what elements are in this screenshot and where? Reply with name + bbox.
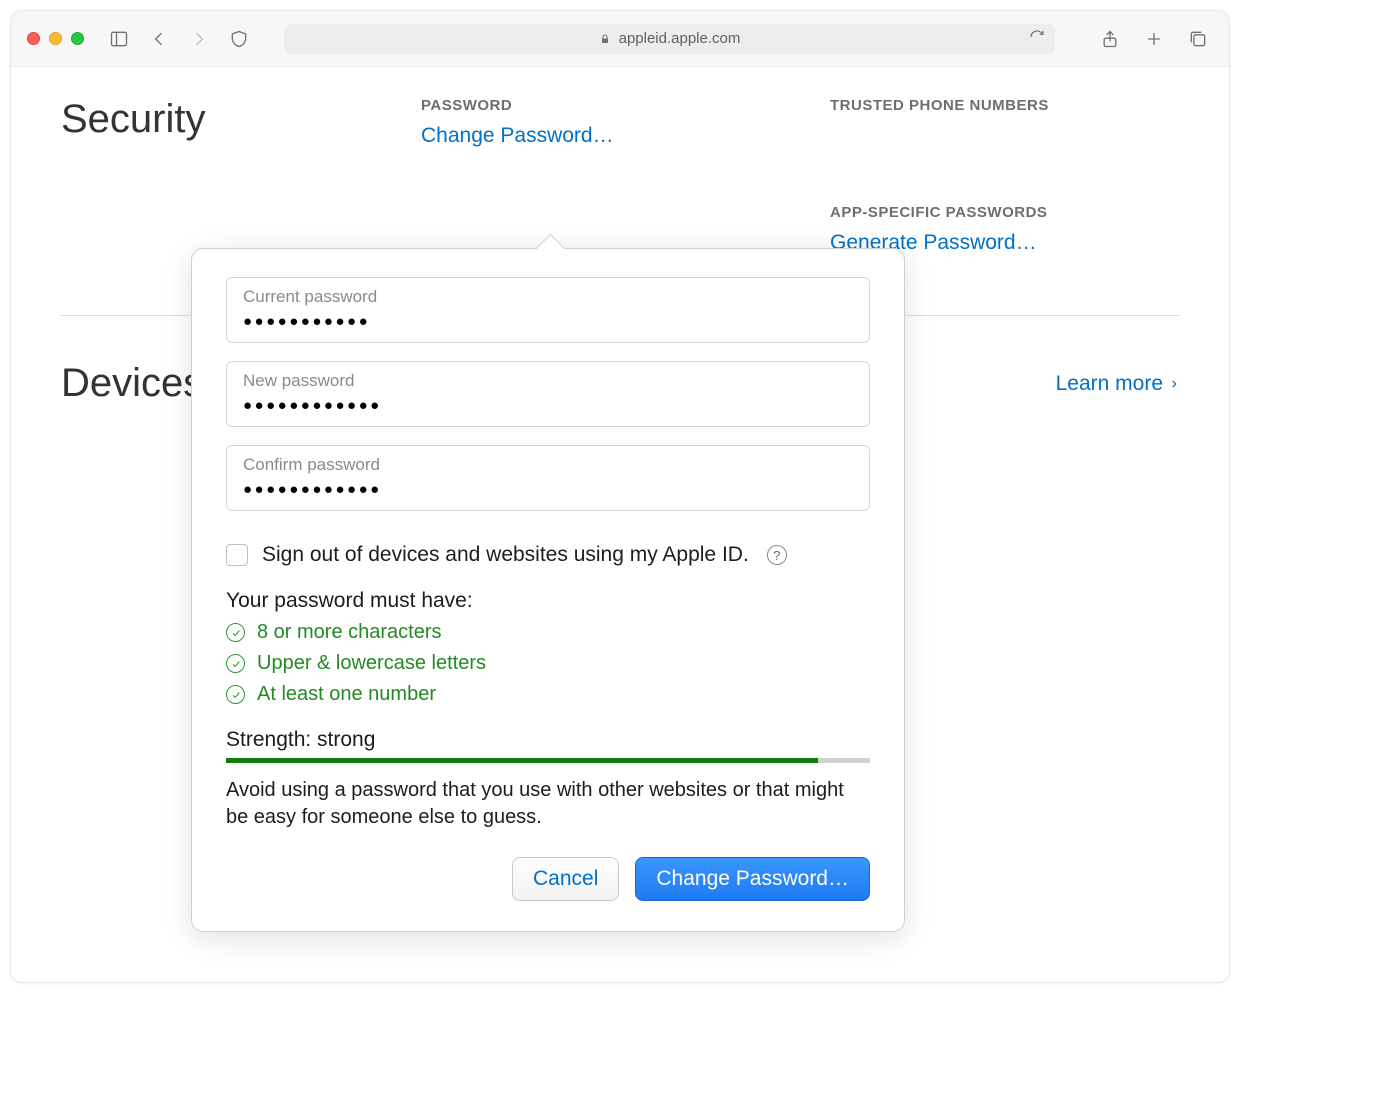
learn-more-label: Learn more: [1056, 372, 1163, 396]
signout-checkbox[interactable]: [226, 544, 248, 566]
new-password-label: New password: [243, 371, 853, 391]
new-password-field[interactable]: New password ●●●●●●●●●●●●: [226, 361, 870, 427]
change-password-link[interactable]: Change Password…: [421, 124, 770, 148]
sidebar-toggle-icon[interactable]: [104, 24, 134, 54]
reload-icon[interactable]: [1029, 29, 1045, 49]
address-bar[interactable]: appleid.apple.com: [284, 24, 1055, 54]
cancel-button[interactable]: Cancel: [512, 857, 619, 901]
minimize-window-icon[interactable]: [49, 32, 62, 45]
tabs-overview-icon[interactable]: [1183, 24, 1213, 54]
signout-label: Sign out of devices and websites using m…: [262, 543, 749, 567]
signout-checkbox-row: Sign out of devices and websites using m…: [226, 543, 870, 567]
help-icon[interactable]: ?: [767, 545, 787, 565]
change-password-popover: Current password ●●●●●●●●●●● New passwor…: [191, 248, 905, 932]
chevron-right-icon: [1169, 377, 1179, 391]
trusted-numbers-header: TRUSTED PHONE NUMBERS: [830, 97, 1179, 114]
requirement-text: Upper & lowercase letters: [257, 652, 486, 675]
new-tab-icon[interactable]: [1139, 24, 1169, 54]
check-icon: [226, 654, 245, 673]
requirement-text: 8 or more characters: [257, 621, 442, 644]
url-text: appleid.apple.com: [619, 30, 741, 47]
back-icon[interactable]: [144, 24, 174, 54]
security-heading: Security: [61, 97, 421, 255]
requirement-text: At least one number: [257, 683, 436, 706]
window-controls: [27, 32, 84, 45]
learn-more-link[interactable]: Learn more: [1056, 361, 1179, 406]
change-password-button[interactable]: Change Password…: [635, 857, 870, 901]
privacy-shield-icon[interactable]: [224, 24, 254, 54]
password-advice: Avoid using a password that you use with…: [226, 777, 870, 831]
app-specific-header: APP-SPECIFIC PASSWORDS: [830, 204, 1179, 221]
strength-bar: [226, 758, 870, 763]
safari-window: appleid.apple.com Security PASSWORD Cha: [10, 10, 1230, 983]
page-content: Security PASSWORD Change Password… TRUST…: [11, 67, 1229, 982]
close-window-icon[interactable]: [27, 32, 40, 45]
requirements-title: Your password must have:: [226, 589, 870, 613]
requirement-item: At least one number: [226, 683, 870, 706]
share-icon[interactable]: [1095, 24, 1125, 54]
fullscreen-window-icon[interactable]: [71, 32, 84, 45]
requirement-item: Upper & lowercase letters: [226, 652, 870, 675]
confirm-password-field[interactable]: Confirm password ●●●●●●●●●●●●: [226, 445, 870, 511]
check-icon: [226, 685, 245, 704]
forward-icon[interactable]: [184, 24, 214, 54]
current-password-value: ●●●●●●●●●●●: [243, 313, 853, 330]
strength-fill: [226, 758, 818, 763]
strength-label: Strength: strong: [226, 728, 870, 752]
password-col-header: PASSWORD: [421, 97, 770, 114]
current-password-field[interactable]: Current password ●●●●●●●●●●●: [226, 277, 870, 343]
confirm-password-label: Confirm password: [243, 455, 853, 475]
requirement-item: 8 or more characters: [226, 621, 870, 644]
lock-icon: [599, 33, 611, 45]
browser-toolbar: appleid.apple.com: [11, 11, 1229, 67]
confirm-password-value: ●●●●●●●●●●●●: [243, 481, 853, 498]
new-password-value: ●●●●●●●●●●●●: [243, 397, 853, 414]
current-password-label: Current password: [243, 287, 853, 307]
check-icon: [226, 623, 245, 642]
